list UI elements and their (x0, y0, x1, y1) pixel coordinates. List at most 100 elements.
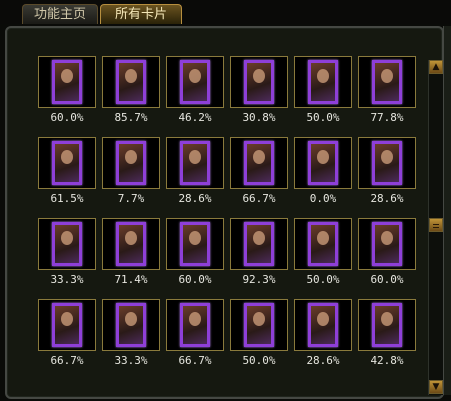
card-portrait[interactable] (244, 141, 274, 185)
card-slot[interactable]: 61.5% (38, 137, 96, 209)
scroll-down-button[interactable]: ▼ (429, 380, 443, 394)
card-percent: 30.8% (242, 111, 276, 124)
card-frame (294, 137, 352, 189)
card-frame (102, 299, 160, 351)
card-frame (166, 299, 224, 351)
card-portrait[interactable] (52, 303, 82, 347)
card-portrait[interactable] (116, 141, 146, 185)
card-slot[interactable]: 60.0% (358, 218, 416, 290)
card-portrait[interactable] (116, 303, 146, 347)
card-slot[interactable]: 33.3% (102, 299, 160, 371)
card-percent: 60.0% (370, 273, 404, 286)
card-portrait[interactable] (308, 141, 338, 185)
card-frame (358, 299, 416, 351)
card-slot[interactable]: 0.0% (294, 137, 352, 209)
card-slot[interactable]: 66.7% (38, 299, 96, 371)
card-percent: 85.7% (114, 111, 148, 124)
card-slot[interactable]: 28.6% (166, 137, 224, 209)
card-slot[interactable]: 50.0% (294, 218, 352, 290)
card-percent: 28.6% (370, 192, 404, 205)
card-slot[interactable]: 30.8% (230, 56, 288, 128)
card-portrait[interactable] (244, 60, 274, 104)
card-portrait[interactable] (180, 303, 210, 347)
card-frame (230, 299, 288, 351)
card-percent: 42.8% (370, 354, 404, 367)
card-portrait[interactable] (308, 60, 338, 104)
card-percent: 60.0% (178, 273, 212, 286)
card-percent: 46.2% (178, 111, 212, 124)
card-portrait[interactable] (308, 222, 338, 266)
card-slot[interactable]: 42.8% (358, 299, 416, 371)
card-percent: 61.5% (50, 192, 84, 205)
scroll-up-button[interactable]: ▲ (429, 60, 443, 74)
card-frame (358, 218, 416, 270)
card-portrait[interactable] (372, 222, 402, 266)
card-percent: 66.7% (242, 192, 276, 205)
card-percent: 28.6% (306, 354, 340, 367)
tab-all-cards[interactable]: 所有卡片 (100, 4, 182, 24)
card-frame (230, 218, 288, 270)
card-slot[interactable]: 7.7% (102, 137, 160, 209)
vertical-scrollbar[interactable]: ▲ ▼ (428, 60, 443, 395)
card-slot[interactable]: 50.0% (294, 56, 352, 128)
scroll-thumb[interactable] (429, 218, 443, 232)
card-frame (166, 56, 224, 108)
card-percent: 0.0% (309, 192, 337, 205)
card-slot[interactable]: 92.3% (230, 218, 288, 290)
card-portrait[interactable] (372, 60, 402, 104)
card-slot[interactable]: 71.4% (102, 218, 160, 290)
card-portrait[interactable] (116, 222, 146, 266)
card-portrait[interactable] (372, 141, 402, 185)
card-portrait[interactable] (180, 141, 210, 185)
card-percent: 28.6% (178, 192, 212, 205)
card-portrait[interactable] (52, 141, 82, 185)
card-percent: 66.7% (50, 354, 84, 367)
card-portrait[interactable] (244, 303, 274, 347)
card-slot[interactable]: 33.3% (38, 218, 96, 290)
card-portrait[interactable] (180, 222, 210, 266)
card-percent: 33.3% (114, 354, 148, 367)
card-slot[interactable]: 50.0% (230, 299, 288, 371)
card-portrait[interactable] (244, 222, 274, 266)
card-slot[interactable]: 28.6% (294, 299, 352, 371)
card-slot[interactable]: 77.8% (358, 56, 416, 128)
side-panel-edge (443, 26, 451, 395)
card-portrait[interactable] (180, 60, 210, 104)
tab-main-page[interactable]: 功能主页 (22, 4, 98, 24)
card-percent: 66.7% (178, 354, 212, 367)
card-portrait[interactable] (52, 222, 82, 266)
card-frame (102, 56, 160, 108)
card-frame (358, 56, 416, 108)
card-percent: 77.8% (370, 111, 404, 124)
card-slot[interactable]: 60.0% (166, 218, 224, 290)
card-percent: 50.0% (306, 273, 340, 286)
card-portrait[interactable] (372, 303, 402, 347)
card-percent: 71.4% (114, 273, 148, 286)
card-portrait[interactable] (52, 60, 82, 104)
card-portrait[interactable] (116, 60, 146, 104)
card-percent: 60.0% (50, 111, 84, 124)
cards-panel: 60.0% 85.7% 46.2% 30.8% 50.0% 77.8% 61.5% 7.7% 2… (5, 26, 444, 399)
card-portrait[interactable] (308, 303, 338, 347)
tab-bar: 功能主页 所有卡片 (0, 0, 451, 24)
card-slot[interactable]: 85.7% (102, 56, 160, 128)
card-frame (230, 137, 288, 189)
card-slot[interactable]: 60.0% (38, 56, 96, 128)
card-frame (38, 137, 96, 189)
card-percent: 92.3% (242, 273, 276, 286)
card-frame (166, 218, 224, 270)
card-frame (38, 299, 96, 351)
card-frame (230, 56, 288, 108)
card-percent: 50.0% (242, 354, 276, 367)
card-slot[interactable]: 46.2% (166, 56, 224, 128)
card-slot[interactable]: 66.7% (166, 299, 224, 371)
card-slot[interactable]: 66.7% (230, 137, 288, 209)
card-frame (294, 299, 352, 351)
card-frame (294, 56, 352, 108)
card-percent: 7.7% (117, 192, 145, 205)
card-slot[interactable]: 28.6% (358, 137, 416, 209)
card-frame (166, 137, 224, 189)
card-frame (102, 218, 160, 270)
card-frame (358, 137, 416, 189)
card-percent: 50.0% (306, 111, 340, 124)
